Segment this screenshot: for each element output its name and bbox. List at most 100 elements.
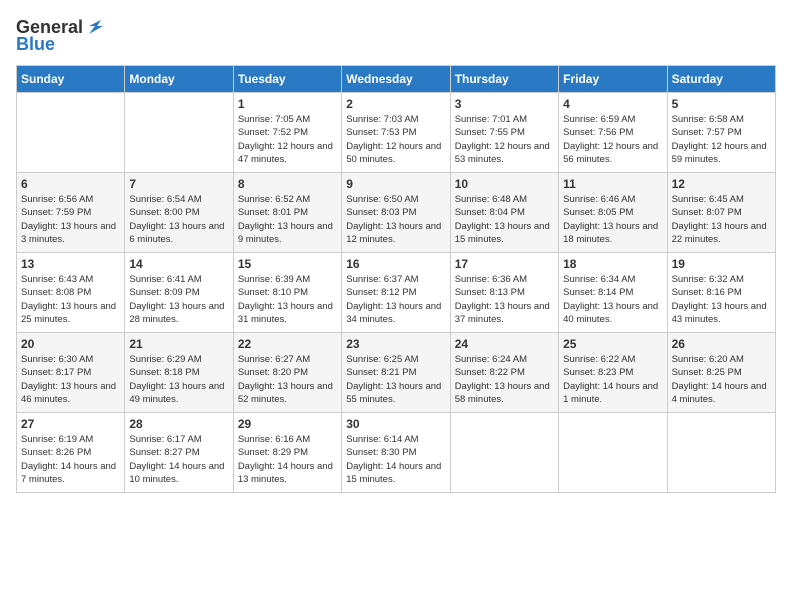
day-number: 25	[563, 337, 662, 351]
calendar-cell: 24 Sunrise: 6:24 AMSunset: 8:22 PMDayligh…	[450, 333, 558, 413]
day-info: Sunrise: 7:05 AMSunset: 7:52 PMDaylight:…	[238, 113, 337, 166]
day-number: 19	[672, 257, 771, 271]
calendar-cell	[125, 93, 233, 173]
day-number: 29	[238, 417, 337, 431]
day-number: 30	[346, 417, 445, 431]
day-info: Sunrise: 6:30 AMSunset: 8:17 PMDaylight:…	[21, 353, 120, 406]
day-number: 5	[672, 97, 771, 111]
day-number: 28	[129, 417, 228, 431]
day-number: 21	[129, 337, 228, 351]
calendar-cell: 20 Sunrise: 6:30 AMSunset: 8:17 PMDayligh…	[17, 333, 125, 413]
day-number: 13	[21, 257, 120, 271]
calendar-cell: 16 Sunrise: 6:37 AMSunset: 8:12 PMDayligh…	[342, 253, 450, 333]
day-number: 15	[238, 257, 337, 271]
calendar-week-3: 13 Sunrise: 6:43 AMSunset: 8:08 PMDayligh…	[17, 253, 776, 333]
day-number: 11	[563, 177, 662, 191]
calendar-cell: 14 Sunrise: 6:41 AMSunset: 8:09 PMDayligh…	[125, 253, 233, 333]
day-number: 20	[21, 337, 120, 351]
day-info: Sunrise: 6:39 AMSunset: 8:10 PMDaylight:…	[238, 273, 337, 326]
day-info: Sunrise: 6:24 AMSunset: 8:22 PMDaylight:…	[455, 353, 554, 406]
day-number: 8	[238, 177, 337, 191]
calendar-cell: 13 Sunrise: 6:43 AMSunset: 8:08 PMDayligh…	[17, 253, 125, 333]
calendar-body: 1Sunrise: 7:05 AMSunset: 7:52 PMDaylight…	[17, 93, 776, 493]
header-day-saturday: Saturday	[667, 66, 775, 93]
day-info: Sunrise: 6:20 AMSunset: 8:25 PMDaylight:…	[672, 353, 771, 406]
calendar-cell: 8 Sunrise: 6:52 AMSunset: 8:01 PMDaylight…	[233, 173, 341, 253]
day-number: 7	[129, 177, 228, 191]
calendar-cell: 1Sunrise: 7:05 AMSunset: 7:52 PMDaylight…	[233, 93, 341, 173]
calendar-cell: 12 Sunrise: 6:45 AMSunset: 8:07 PMDayligh…	[667, 173, 775, 253]
day-number: 10	[455, 177, 554, 191]
page-header: General Blue	[16, 16, 776, 55]
day-info: Sunrise: 6:17 AMSunset: 8:27 PMDaylight:…	[129, 433, 228, 486]
day-info: Sunrise: 6:46 AMSunset: 8:05 PMDaylight:…	[563, 193, 662, 246]
calendar-week-2: 6 Sunrise: 6:56 AMSunset: 7:59 PMDaylight…	[17, 173, 776, 253]
calendar-cell	[667, 413, 775, 493]
calendar-cell: 15 Sunrise: 6:39 AMSunset: 8:10 PMDayligh…	[233, 253, 341, 333]
calendar-week-5: 27 Sunrise: 6:19 AMSunset: 8:26 PMDayligh…	[17, 413, 776, 493]
day-info: Sunrise: 6:36 AMSunset: 8:13 PMDaylight:…	[455, 273, 554, 326]
calendar-cell: 25 Sunrise: 6:22 AMSunset: 8:23 PMDayligh…	[559, 333, 667, 413]
logo-text: General Blue	[16, 16, 107, 55]
day-info: Sunrise: 6:45 AMSunset: 8:07 PMDaylight:…	[672, 193, 771, 246]
day-info: Sunrise: 6:32 AMSunset: 8:16 PMDaylight:…	[672, 273, 771, 326]
day-info: Sunrise: 6:54 AMSunset: 8:00 PMDaylight:…	[129, 193, 228, 246]
calendar-cell: 3Sunrise: 7:01 AMSunset: 7:55 PMDaylight…	[450, 93, 558, 173]
header-day-friday: Friday	[559, 66, 667, 93]
header-day-thursday: Thursday	[450, 66, 558, 93]
day-info: Sunrise: 6:58 AMSunset: 7:57 PMDaylight:…	[672, 113, 771, 166]
day-info: Sunrise: 6:29 AMSunset: 8:18 PMDaylight:…	[129, 353, 228, 406]
day-info: Sunrise: 6:14 AMSunset: 8:30 PMDaylight:…	[346, 433, 445, 486]
calendar-cell: 11 Sunrise: 6:46 AMSunset: 8:05 PMDayligh…	[559, 173, 667, 253]
calendar-week-1: 1Sunrise: 7:05 AMSunset: 7:52 PMDaylight…	[17, 93, 776, 173]
day-info: Sunrise: 6:27 AMSunset: 8:20 PMDaylight:…	[238, 353, 337, 406]
calendar-cell: 5 Sunrise: 6:58 AMSunset: 7:57 PMDaylight…	[667, 93, 775, 173]
day-info: Sunrise: 6:22 AMSunset: 8:23 PMDaylight:…	[563, 353, 662, 406]
calendar-cell: 27 Sunrise: 6:19 AMSunset: 8:26 PMDayligh…	[17, 413, 125, 493]
day-number: 23	[346, 337, 445, 351]
calendar-cell: 17 Sunrise: 6:36 AMSunset: 8:13 PMDayligh…	[450, 253, 558, 333]
header-day-sunday: Sunday	[17, 66, 125, 93]
day-number: 6	[21, 177, 120, 191]
day-info: Sunrise: 6:34 AMSunset: 8:14 PMDaylight:…	[563, 273, 662, 326]
day-number: 3	[455, 97, 554, 111]
header-day-monday: Monday	[125, 66, 233, 93]
calendar-cell: 9 Sunrise: 6:50 AMSunset: 8:03 PMDaylight…	[342, 173, 450, 253]
day-info: Sunrise: 6:16 AMSunset: 8:29 PMDaylight:…	[238, 433, 337, 486]
calendar-header: SundayMondayTuesdayWednesdayThursdayFrid…	[17, 66, 776, 93]
day-number: 27	[21, 417, 120, 431]
day-number: 14	[129, 257, 228, 271]
calendar-cell: 4Sunrise: 6:59 AMSunset: 7:56 PMDaylight…	[559, 93, 667, 173]
calendar-cell	[450, 413, 558, 493]
calendar-cell: 2Sunrise: 7:03 AMSunset: 7:53 PMDaylight…	[342, 93, 450, 173]
logo-icon	[85, 16, 107, 38]
day-info: Sunrise: 6:41 AMSunset: 8:09 PMDaylight:…	[129, 273, 228, 326]
day-info: Sunrise: 6:25 AMSunset: 8:21 PMDaylight:…	[346, 353, 445, 406]
day-number: 18	[563, 257, 662, 271]
calendar-week-4: 20 Sunrise: 6:30 AMSunset: 8:17 PMDayligh…	[17, 333, 776, 413]
day-info: Sunrise: 7:03 AMSunset: 7:53 PMDaylight:…	[346, 113, 445, 166]
day-number: 26	[672, 337, 771, 351]
day-number: 17	[455, 257, 554, 271]
calendar-table: SundayMondayTuesdayWednesdayThursdayFrid…	[16, 65, 776, 493]
day-info: Sunrise: 6:37 AMSunset: 8:12 PMDaylight:…	[346, 273, 445, 326]
day-number: 16	[346, 257, 445, 271]
day-info: Sunrise: 6:52 AMSunset: 8:01 PMDaylight:…	[238, 193, 337, 246]
calendar-cell: 21 Sunrise: 6:29 AMSunset: 8:18 PMDayligh…	[125, 333, 233, 413]
calendar-cell: 19 Sunrise: 6:32 AMSunset: 8:16 PMDayligh…	[667, 253, 775, 333]
day-number: 24	[455, 337, 554, 351]
day-info: Sunrise: 6:59 AMSunset: 7:56 PMDaylight:…	[563, 113, 662, 166]
calendar-cell: 29 Sunrise: 6:16 AMSunset: 8:29 PMDayligh…	[233, 413, 341, 493]
calendar-cell	[559, 413, 667, 493]
header-day-wednesday: Wednesday	[342, 66, 450, 93]
calendar-cell: 30 Sunrise: 6:14 AMSunset: 8:30 PMDayligh…	[342, 413, 450, 493]
day-info: Sunrise: 6:50 AMSunset: 8:03 PMDaylight:…	[346, 193, 445, 246]
day-number: 9	[346, 177, 445, 191]
day-number: 12	[672, 177, 771, 191]
day-info: Sunrise: 6:19 AMSunset: 8:26 PMDaylight:…	[21, 433, 120, 486]
day-info: Sunrise: 6:48 AMSunset: 8:04 PMDaylight:…	[455, 193, 554, 246]
calendar-cell: 23 Sunrise: 6:25 AMSunset: 8:21 PMDayligh…	[342, 333, 450, 413]
day-info: Sunrise: 6:56 AMSunset: 7:59 PMDaylight:…	[21, 193, 120, 246]
calendar-cell: 26 Sunrise: 6:20 AMSunset: 8:25 PMDayligh…	[667, 333, 775, 413]
day-info: Sunrise: 6:43 AMSunset: 8:08 PMDaylight:…	[21, 273, 120, 326]
